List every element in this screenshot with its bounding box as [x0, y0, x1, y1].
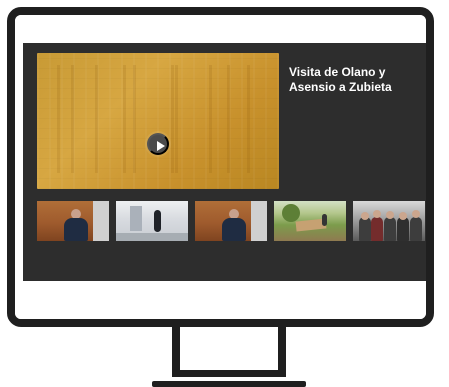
- group-head-1: [361, 212, 369, 220]
- monitor-frame: Visita de Olano y Asensio a Zubieta: [7, 7, 434, 327]
- speaker-background-panel: [93, 201, 109, 241]
- monitor-mockup: Visita de Olano y Asensio a Zubieta: [0, 0, 449, 387]
- thumbnail-card-1[interactable]: [37, 201, 109, 271]
- thumbnail-card-2[interactable]: [116, 201, 188, 271]
- speaker-body: [64, 218, 88, 241]
- featured-video-scene: [57, 65, 259, 173]
- thumbnail-card-3[interactable]: [195, 201, 267, 271]
- group-head-3: [386, 211, 394, 219]
- outdoor-tree: [282, 204, 300, 222]
- group-head-4: [399, 212, 407, 220]
- outdoor-figure: [322, 214, 327, 226]
- video-gallery-screen: Visita de Olano y Asensio a Zubieta: [23, 43, 426, 281]
- play-icon[interactable]: [147, 133, 169, 155]
- corridor-door: [130, 206, 142, 231]
- group-person-5: [410, 217, 422, 241]
- speaker-thumbnail[interactable]: [37, 201, 109, 241]
- monitor-stand-left: [172, 324, 180, 376]
- outdoor-thumbnail[interactable]: [274, 201, 346, 241]
- screen-bottom-area: [15, 281, 426, 319]
- thumbnail-card-4[interactable]: [274, 201, 346, 271]
- corridor-floor: [116, 233, 188, 241]
- speaker-background-panel: [251, 201, 267, 241]
- screen-top-strip: [15, 15, 426, 39]
- monitor-stand-right: [278, 324, 286, 376]
- speaker-thumbnail[interactable]: [195, 201, 267, 241]
- corridor-thumbnail[interactable]: [116, 201, 188, 241]
- thumbnail-card-5[interactable]: [353, 201, 425, 271]
- group-person-4: [397, 217, 409, 241]
- featured-video-title: Visita de Olano y Asensio a Zubieta: [289, 65, 392, 94]
- group-head-2: [373, 210, 381, 218]
- group-person-2: [371, 217, 383, 241]
- related-video-strip: [37, 201, 426, 271]
- group-head-5: [412, 210, 420, 218]
- group-person-1: [359, 217, 371, 241]
- monitor-stand-base: [152, 381, 306, 387]
- featured-video-player[interactable]: [37, 53, 279, 189]
- group-thumbnail[interactable]: [353, 201, 425, 241]
- corridor-person: [154, 210, 161, 232]
- group-person-3: [384, 217, 396, 241]
- monitor-stand-crossbar: [172, 370, 286, 377]
- speaker-body: [222, 218, 246, 241]
